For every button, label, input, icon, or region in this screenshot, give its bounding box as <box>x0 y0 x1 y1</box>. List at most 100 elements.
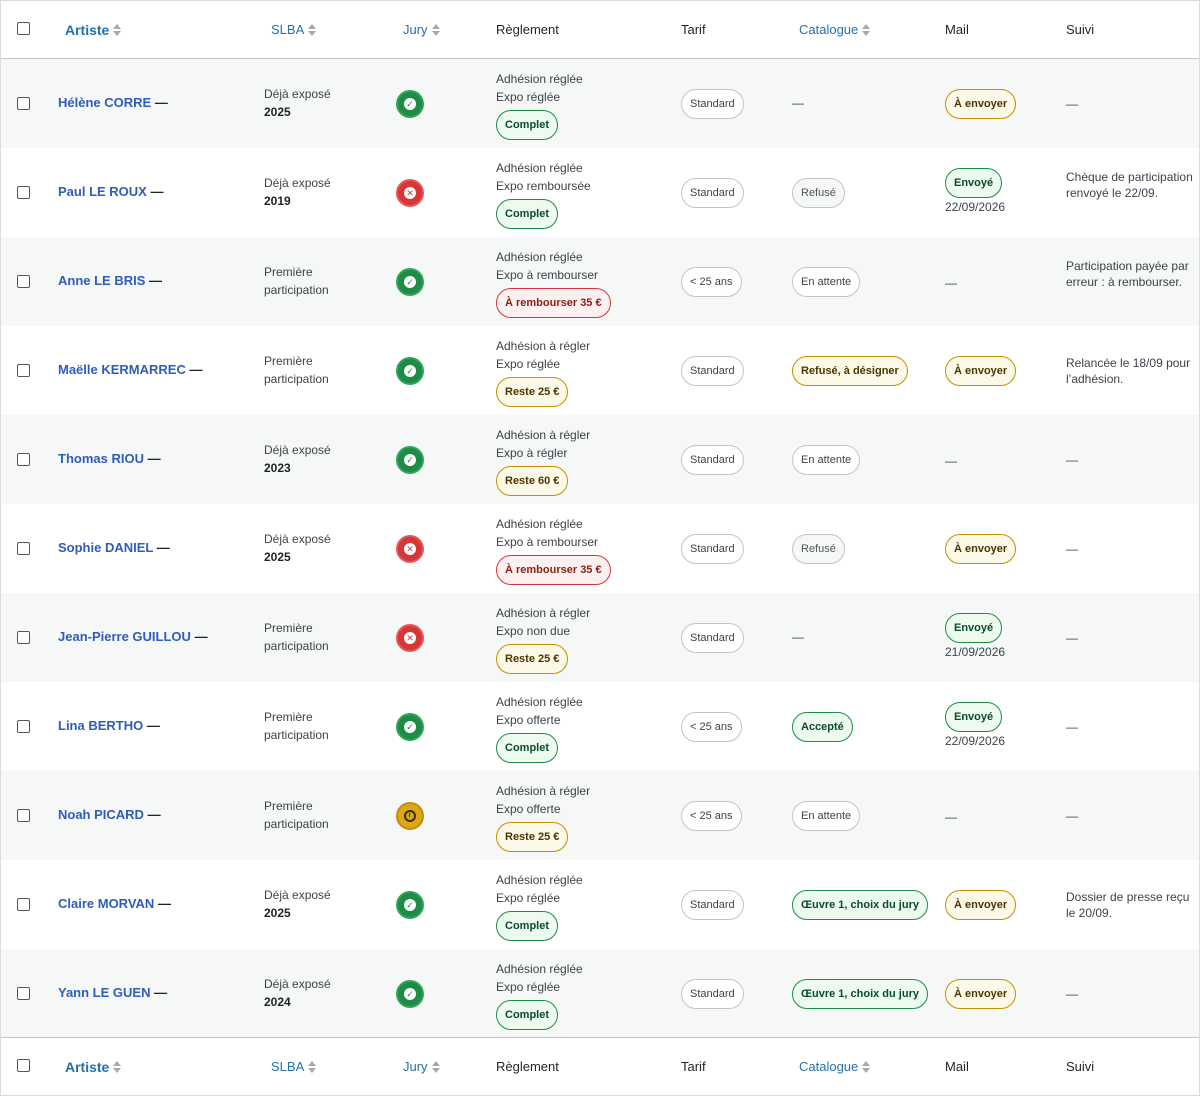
artist-name-link[interactable]: Thomas RIOU — <box>58 451 161 466</box>
artist-name-link[interactable]: Hélène CORRE — <box>58 95 168 110</box>
select-all-checkbox[interactable] <box>17 22 30 35</box>
sort-catalogue-header[interactable]: Catalogue <box>799 22 871 38</box>
catalogue-cell: En attente <box>792 801 861 831</box>
tarif-header: Tarif <box>681 22 706 37</box>
artist-header-label: Artiste <box>65 22 110 38</box>
adhesion-status: Adhésion réglée <box>496 517 583 531</box>
reglement-cell: Adhésion à régler Expo non due Reste 25 € <box>496 604 590 674</box>
row-checkbox[interactable] <box>17 809 30 822</box>
artist-name: Lina BERTHO <box>58 718 144 733</box>
slba-detail: participation <box>264 728 329 742</box>
reglement-cell: Adhésion réglée Expo réglée Complet <box>496 871 583 941</box>
expo-status: Expo à rembourser <box>496 535 599 549</box>
slba-status: Déjà exposé <box>264 888 331 902</box>
artist-name-link[interactable]: Maëlle KERMARREC — <box>58 362 202 377</box>
slba-status: Première <box>264 799 313 813</box>
slba-cell: Première participation <box>264 797 329 833</box>
reglement-cell: Adhésion à régler Expo à régler Reste 60 € <box>496 426 590 496</box>
adhesion-status: Adhésion à régler <box>496 339 591 353</box>
adhesion-status: Adhésion réglée <box>496 873 583 887</box>
adhesion-status: Adhésion réglée <box>496 962 583 976</box>
sort-icon <box>862 23 871 36</box>
reglement-footer: Règlement <box>496 1059 559 1074</box>
sort-catalogue-footer[interactable]: Catalogue <box>799 1059 871 1075</box>
sort-jury-header[interactable]: Jury <box>403 22 440 38</box>
row-checkbox[interactable] <box>17 275 30 288</box>
row-checkbox[interactable] <box>17 97 30 110</box>
row-checkbox[interactable] <box>17 898 30 911</box>
mail-cell: À envoyer <box>945 534 1017 564</box>
row-checkbox[interactable] <box>17 720 30 733</box>
select-all-checkbox-footer[interactable] <box>17 1059 30 1072</box>
adhesion-status: Adhésion réglée <box>496 72 583 86</box>
expo-status: Expo réglée <box>496 980 561 994</box>
reglement-cell: Adhésion réglée Expo à rembourser À rembou… <box>496 248 611 318</box>
tarif-badge: Standard <box>681 178 744 208</box>
suivi-note: Participation payée par erreur : à rembo… <box>1066 259 1189 289</box>
catalogue-badge: Œuvre 1, choix du jury <box>792 979 928 1009</box>
row-checkbox[interactable] <box>17 364 30 377</box>
artist-name-link[interactable]: Noah PICARD — <box>58 807 161 822</box>
sort-artist-header[interactable]: Artiste <box>65 22 122 38</box>
artist-name-link[interactable]: Sophie DANIEL — <box>58 540 170 555</box>
reglement-cell: Adhésion réglée Expo à rembourser À rembou… <box>496 515 611 585</box>
slba-footer-label: SLBA <box>271 1059 305 1074</box>
row-checkbox[interactable] <box>17 186 30 199</box>
slba-detail: participation <box>264 639 329 653</box>
tarif-cell: Standard <box>681 445 744 475</box>
table-row: Maëlle KERMARREC — Première participation ✓… <box>1 326 1199 415</box>
slba-cell: Déjà exposé 2025 <box>264 886 331 922</box>
sort-slba-footer[interactable]: SLBA <box>271 1059 317 1075</box>
artist-name-link[interactable]: Anne LE BRIS — <box>58 273 162 288</box>
mail-badge: Envoyé <box>945 702 1003 732</box>
mail-cell: Envoyé 22/09/2026 <box>945 168 1005 216</box>
catalogue-header-label: Catalogue <box>799 22 859 37</box>
sort-slba-header[interactable]: SLBA <box>271 22 317 38</box>
suivi-note: — <box>1066 631 1078 645</box>
payment-badge: Complet <box>496 1000 558 1030</box>
artist-name: Sophie DANIEL <box>58 540 154 555</box>
suivi-note: — <box>1066 453 1078 467</box>
sort-icon <box>431 23 440 36</box>
check-circle-icon: ✓ <box>396 90 424 118</box>
expo-status: Expo à régler <box>496 446 568 460</box>
row-checkbox[interactable] <box>17 542 30 555</box>
slba-status: Première <box>264 621 313 635</box>
row-checkbox[interactable] <box>17 453 30 466</box>
slba-cell: Première participation <box>264 352 329 388</box>
suivi-note: — <box>1066 97 1078 111</box>
suivi-note: — <box>1066 542 1078 556</box>
artist-dash: — <box>149 273 163 288</box>
expo-status: Expo réglée <box>496 90 561 104</box>
sort-artist-footer[interactable]: Artiste <box>65 1059 122 1075</box>
reglement-cell: Adhésion réglée Expo réglée Complet <box>496 70 583 140</box>
check-circle-icon: ✓ <box>396 713 424 741</box>
artist-name-link[interactable]: Paul LE ROUX — <box>58 184 163 199</box>
mail-cell: — <box>945 274 957 292</box>
catalogue-cell: En attente <box>792 445 861 475</box>
artist-name-link[interactable]: Yann LE GUEN — <box>58 985 167 1000</box>
artist-name-link[interactable]: Claire MORVAN — <box>58 896 171 911</box>
tarif-badge: < 25 ans <box>681 267 742 297</box>
artist-name-link[interactable]: Lina BERTHO — <box>58 718 160 733</box>
reglement-cell: Adhésion à régler Expo réglée Reste 25 € <box>496 337 590 407</box>
artist-dash: — <box>157 896 171 911</box>
row-checkbox[interactable] <box>17 631 30 644</box>
sort-jury-footer[interactable]: Jury <box>403 1059 440 1075</box>
mail-empty: — <box>945 454 957 468</box>
artist-name-link[interactable]: Jean-Pierre GUILLOU — <box>58 629 208 644</box>
mail-badge: Envoyé <box>945 168 1003 198</box>
row-checkbox[interactable] <box>17 987 30 1000</box>
slba-detail: 2025 <box>264 550 291 564</box>
catalogue-cell: — <box>792 96 804 110</box>
slba-status: Déjà exposé <box>264 532 331 546</box>
reglement-cell: Adhésion réglée Expo offerte Complet <box>496 693 583 763</box>
payment-badge: À rembourser 35 € <box>496 555 611 585</box>
sort-icon <box>308 23 317 36</box>
tarif-cell: < 25 ans <box>681 801 742 831</box>
suivi-note: — <box>1066 720 1078 734</box>
catalogue-badge: Œuvre 1, choix du jury <box>792 890 928 920</box>
mail-cell: Envoyé 21/09/2026 <box>945 613 1005 661</box>
adhesion-status: Adhésion réglée <box>496 161 583 175</box>
mail-cell: À envoyer <box>945 356 1017 386</box>
